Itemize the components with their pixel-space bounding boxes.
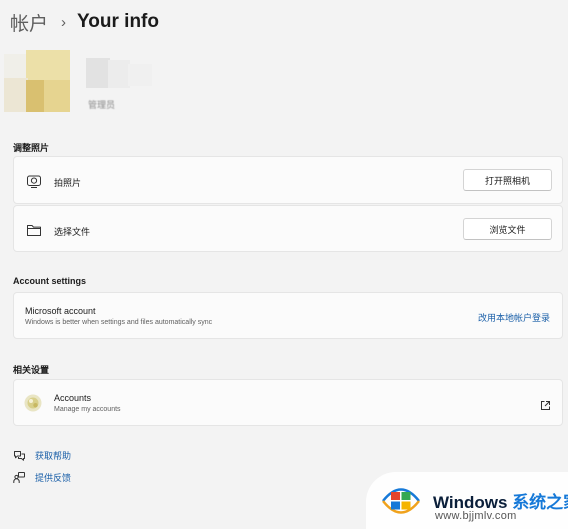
camera-icon — [26, 173, 42, 189]
user-name-blur — [86, 58, 110, 88]
accounts-title: Accounts — [54, 393, 92, 403]
page-title: Your info — [77, 11, 159, 32]
take-photo-row: 拍照片 打开照相机 — [13, 156, 563, 204]
user-name-blur — [128, 64, 152, 86]
open-camera-button[interactable]: 打开照相机 — [463, 169, 552, 191]
avatar — [4, 50, 70, 112]
watermark-url: www.bjjmlv.com — [435, 510, 517, 522]
choose-file-row: 选择文件 浏览文件 — [13, 205, 563, 252]
feedback-icon — [13, 471, 26, 484]
breadcrumb-separator: › — [61, 13, 67, 31]
microsoft-account-row: Microsoft account Windows is better when… — [13, 292, 563, 339]
accounts-row[interactable]: Accounts Manage my accounts — [13, 379, 563, 426]
profile-header — [0, 40, 170, 112]
folder-icon — [26, 222, 42, 238]
section-title-related: 相关设置 — [13, 365, 50, 375]
microsoft-account-title: Microsoft account — [25, 306, 96, 316]
section-title-account-settings: Account settings — [13, 276, 87, 286]
breadcrumb-parent[interactable]: 帐户 — [10, 9, 48, 36]
user-name-blur — [108, 60, 130, 88]
watermark: Windows 系统之家 www.bjjmlv.com — [366, 472, 568, 529]
section-title-photo: 调整照片 — [13, 143, 50, 153]
help-icon — [13, 449, 26, 462]
switch-to-local-account-link[interactable]: 改用本地帐户登录 — [478, 311, 550, 324]
microsoft-account-subtitle: Windows is better when settings and file… — [25, 319, 213, 326]
external-link-icon[interactable] — [540, 398, 551, 410]
get-help-link[interactable]: 获取帮助 — [13, 448, 71, 462]
browse-files-button[interactable]: 浏览文件 — [463, 218, 552, 240]
windows-logo-icon — [380, 480, 422, 522]
feedback-label[interactable]: 提供反馈 — [35, 471, 71, 484]
breadcrumb: 帐户 › Your info — [10, 9, 159, 36]
accounts-icon — [24, 394, 42, 412]
watermark-brand-cn: 系统之家 — [512, 493, 568, 512]
feedback-link[interactable]: 提供反馈 — [13, 470, 71, 484]
take-photo-label: 拍照片 — [54, 178, 82, 188]
accounts-subtitle: Manage my accounts — [54, 406, 121, 413]
account-role: 管理员 — [88, 100, 116, 110]
get-help-label[interactable]: 获取帮助 — [35, 449, 71, 462]
choose-file-label: 选择文件 — [54, 227, 91, 237]
